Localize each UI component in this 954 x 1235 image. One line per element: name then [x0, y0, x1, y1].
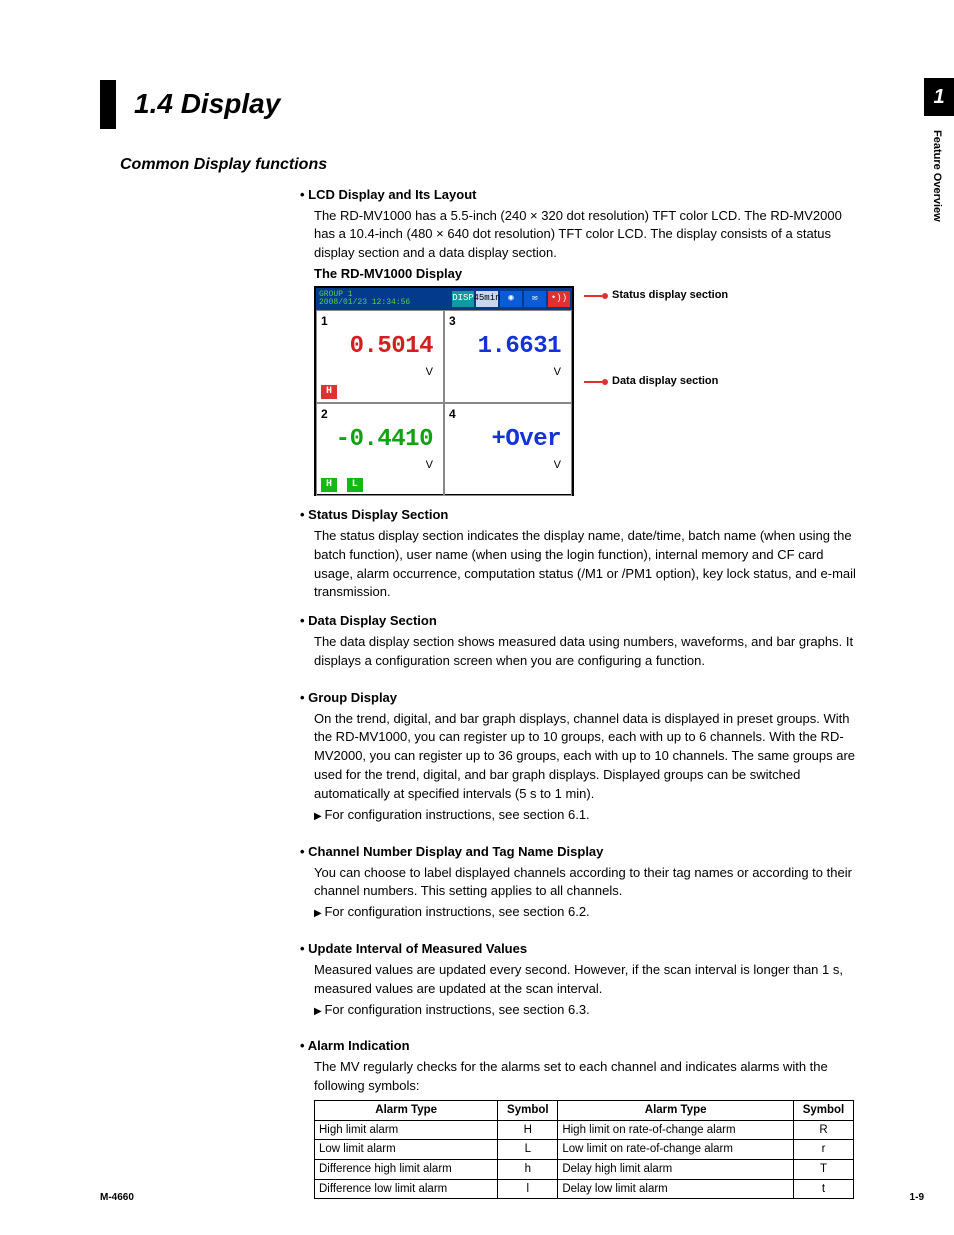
table-header: Alarm Type Symbol Alarm Type Symbol: [315, 1100, 854, 1120]
tag-ref: For configuration instructions, see sect…: [314, 903, 864, 922]
lcd-body: The RD-MV1000 has a 5.5-inch (240 × 320 …: [314, 207, 864, 264]
table-row: High limit alarm H High limit on rate-of…: [315, 1120, 854, 1140]
cell-alarm-type: Delay high limit alarm: [558, 1159, 794, 1179]
cell-alarm-type: Difference high limit alarm: [315, 1159, 498, 1179]
status-bar: GROUP 1 2008/01/23 12:34:56 DISP 45min ◉…: [316, 288, 572, 310]
alarm-badge: H: [321, 478, 337, 492]
lcd-heading: LCD Display and Its Layout: [300, 186, 864, 205]
th-symbol-2: Symbol: [794, 1100, 854, 1120]
cell-channel: 4: [449, 406, 567, 423]
cell-symbol: L: [498, 1140, 558, 1160]
alarm-heading: Alarm Indication: [300, 1037, 864, 1056]
lcd-cell-4: 4 +Over V: [444, 403, 572, 496]
update-ref: For configuration instructions, see sect…: [314, 1001, 864, 1020]
lcd-cell-2: 2 -0.4410 V H L: [316, 403, 444, 496]
data-body: The data display section shows measured …: [314, 633, 864, 671]
disp-icon: DISP: [452, 291, 474, 307]
cell-unit: V: [321, 458, 439, 474]
table-row: Low limit alarm L Low limit on rate-of-c…: [315, 1140, 854, 1160]
alarm-badge: L: [347, 478, 363, 492]
lcd-grid: 1 0.5014 V H 3 1.6631 V 2 -0.4410 V: [316, 310, 572, 494]
callout-data: Data display section: [612, 374, 718, 390]
cell-value: 0.5014: [321, 330, 439, 365]
lcd-cell-3: 3 1.6631 V: [444, 310, 572, 403]
cell-channel: 2: [321, 406, 439, 423]
cell-unit: V: [321, 365, 439, 381]
figure-label: The RD-MV1000 Display: [314, 265, 864, 284]
status-heading: Status Display Section: [300, 506, 864, 525]
section-heading: Common Display functions: [120, 153, 874, 176]
cell-symbol: r: [794, 1140, 854, 1160]
cell-value: +Over: [449, 423, 567, 458]
cell-alarm-type: High limit on rate-of-change alarm: [558, 1120, 794, 1140]
alarm-table: Alarm Type Symbol Alarm Type Symbol High…: [314, 1100, 854, 1199]
page-title: 1.4 Display: [134, 80, 280, 129]
th-alarm-type-2: Alarm Type: [558, 1100, 794, 1120]
cell-symbol: h: [498, 1159, 558, 1179]
callout-status: Status display section: [612, 288, 728, 304]
figure-wrap: GROUP 1 2008/01/23 12:34:56 DISP 45min ◉…: [300, 286, 864, 496]
status-datetime: 2008/01/23 12:34:56: [319, 299, 410, 307]
alarm-badge: H: [321, 385, 337, 399]
time-icon: 45min: [476, 291, 498, 307]
cell-alarm-type: Low limit alarm: [315, 1140, 498, 1160]
cell-symbol: T: [794, 1159, 854, 1179]
footer-left: M-4660: [100, 1191, 134, 1206]
lcd-cell-1: 1 0.5014 V H: [316, 310, 444, 403]
cell-unit: V: [449, 458, 567, 474]
cell-value: -0.4410: [321, 423, 439, 458]
data-heading: Data Display Section: [300, 612, 864, 631]
cell-unit: V: [449, 365, 567, 381]
cell-symbol: R: [794, 1120, 854, 1140]
cell-symbol: H: [498, 1120, 558, 1140]
camera-icon: ◉: [500, 291, 522, 307]
group-body: On the trend, digital, and bar graph dis…: [314, 710, 864, 804]
th-alarm-type-1: Alarm Type: [315, 1100, 498, 1120]
status-body: The status display section indicates the…: [314, 527, 864, 602]
footer-right: 1-9: [910, 1191, 924, 1206]
page-title-block: 1.4 Display: [100, 80, 874, 129]
update-heading: Update Interval of Measured Values: [300, 940, 864, 959]
alarm-icon: •)): [548, 291, 570, 307]
mail-icon: ✉: [524, 291, 546, 307]
update-body: Measured values are updated every second…: [314, 961, 864, 999]
title-bar: [100, 80, 116, 129]
group-ref: For configuration instructions, see sect…: [314, 806, 864, 825]
group-heading: Group Display: [300, 689, 864, 708]
alarm-body: The MV regularly checks for the alarms s…: [314, 1058, 864, 1096]
cell-value: 1.6631: [449, 330, 567, 365]
cell-channel: 3: [449, 313, 567, 330]
cell-alarm-type: Low limit on rate-of-change alarm: [558, 1140, 794, 1160]
cell-channel: 1: [321, 313, 439, 330]
page-footer: M-4660 1-9: [100, 1191, 924, 1206]
cell-alarm-type: High limit alarm: [315, 1120, 498, 1140]
tag-body: You can choose to label displayed channe…: [314, 864, 864, 902]
th-symbol-1: Symbol: [498, 1100, 558, 1120]
lcd-screenshot: GROUP 1 2008/01/23 12:34:56 DISP 45min ◉…: [314, 286, 574, 496]
table-row: Difference high limit alarm h Delay high…: [315, 1159, 854, 1179]
tag-heading: Channel Number Display and Tag Name Disp…: [300, 843, 864, 862]
